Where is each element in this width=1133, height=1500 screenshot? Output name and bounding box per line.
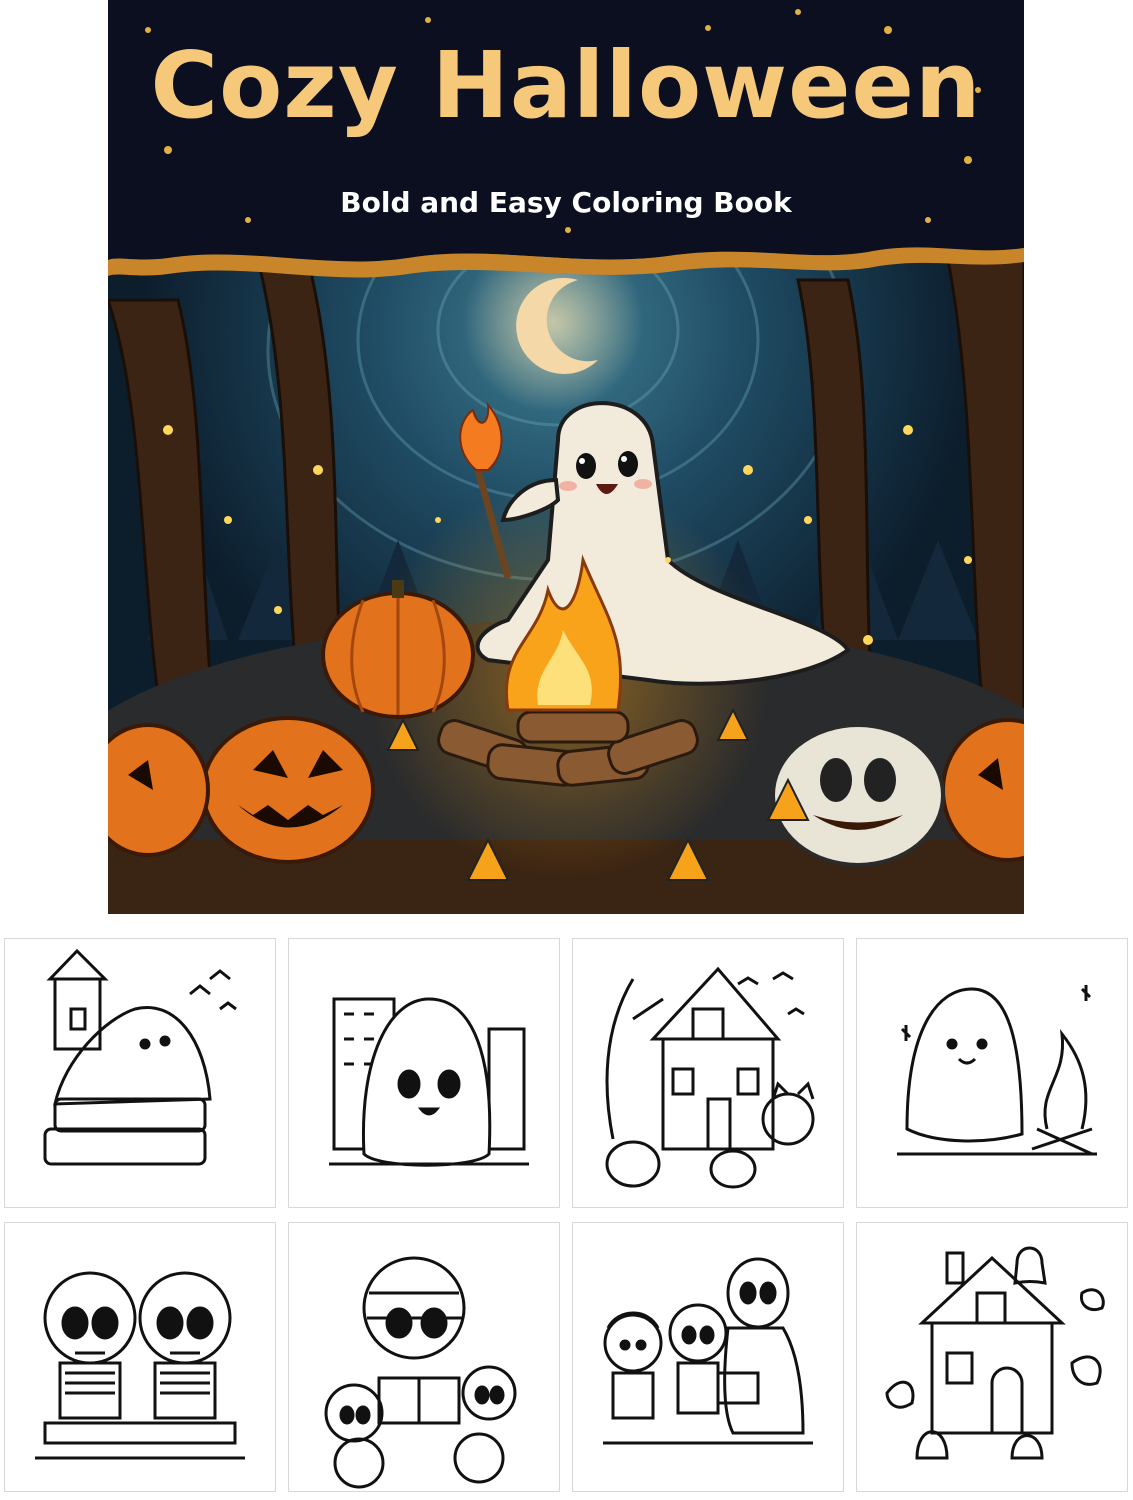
skeletons-picnic-icon [5,1223,275,1491]
coloring-page-thumbnail[interactable] [4,1222,276,1492]
coloring-page-thumbnail[interactable] [572,1222,844,1492]
cover-title: Cozy Halloween [150,32,982,139]
coloring-page-thumbnail[interactable] [572,938,844,1208]
cottage-with-ghosts-icon [857,1223,1127,1491]
haunted-house-icon [573,939,843,1207]
ghost-in-city-icon [289,939,559,1207]
coloring-page-thumbnail[interactable] [856,1222,1128,1492]
white-pumpkin-icon [771,723,945,867]
cover-subtitle: Bold and Easy Coloring Book [340,186,792,219]
ghost-by-campfire-icon [857,939,1127,1207]
coloring-page-thumbnail[interactable] [288,938,560,1208]
kids-with-mummy-icon [573,1223,843,1491]
coloring-page-thumbnail[interactable] [288,1222,560,1492]
coloring-page-thumbnail[interactable] [856,938,1128,1208]
ghost-on-books-icon [5,939,275,1207]
book-cover: Cozy Halloween Bold and Easy Coloring Bo… [108,0,1024,914]
coloring-page-thumbnail[interactable] [4,938,276,1208]
mummy-reading-icon [289,1223,559,1491]
